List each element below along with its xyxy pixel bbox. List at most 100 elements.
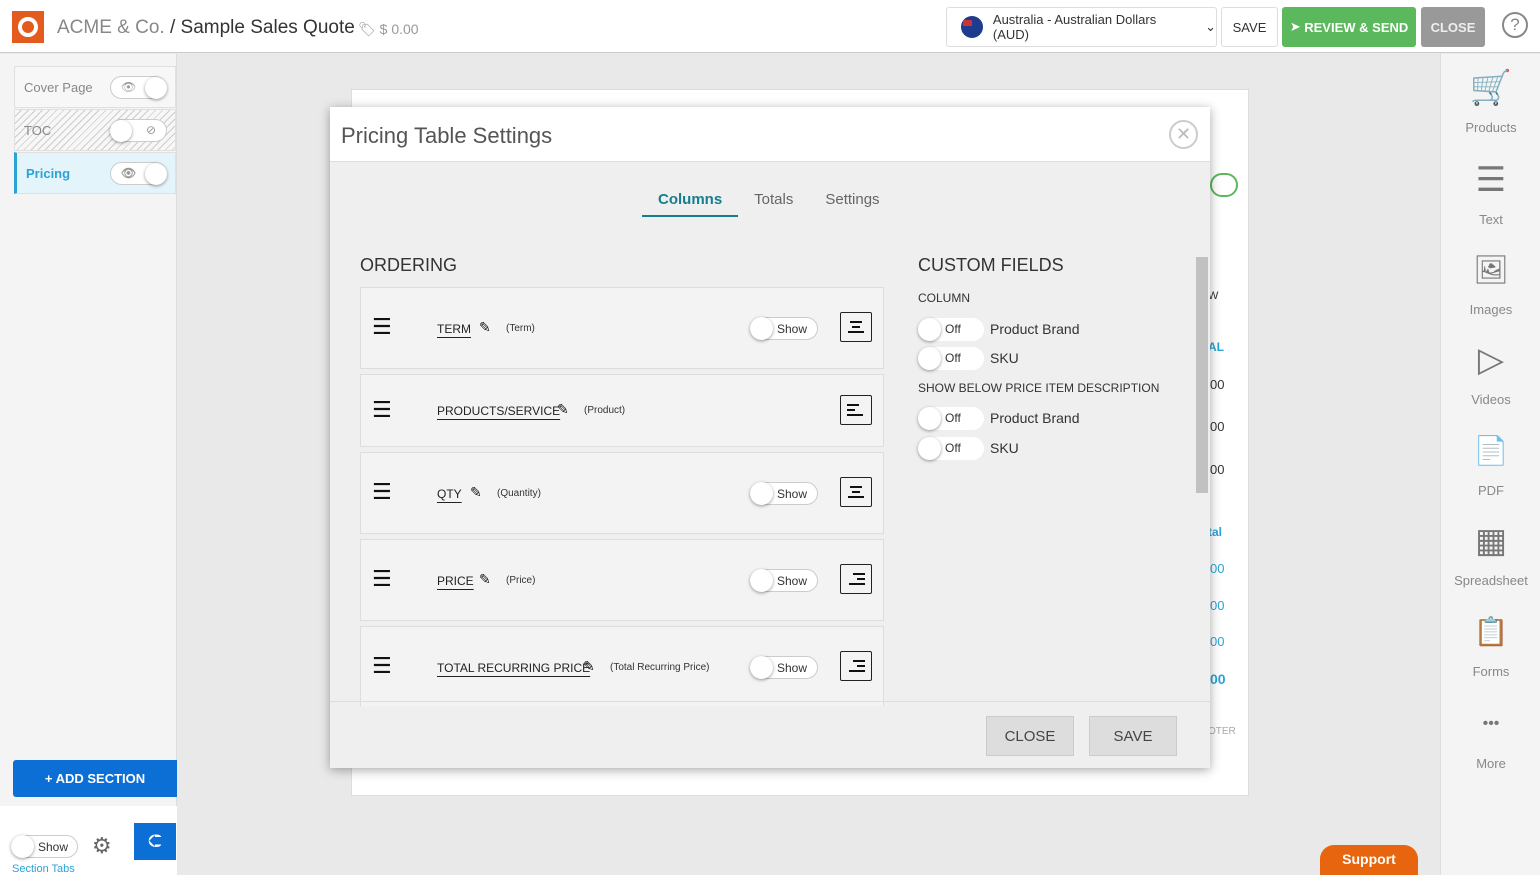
pencil-icon[interactable]: ✎ (583, 658, 595, 675)
column-row-term[interactable]: ☰ TERM ✎ (Term) Show (360, 287, 884, 369)
column-alias: (Term) (506, 323, 535, 334)
save-button[interactable]: SAVE (1221, 7, 1278, 47)
support-button[interactable]: Support (1320, 845, 1418, 875)
align-center-icon[interactable] (840, 312, 872, 342)
section-cover-page[interactable]: Cover Page 👁 (14, 66, 176, 108)
block-label: Text (1441, 212, 1540, 227)
drag-handle-icon[interactable]: ☰ (372, 479, 392, 505)
review-send-label: REVIEW & SEND (1304, 20, 1408, 35)
text-lines-icon: ☰ (1441, 160, 1540, 200)
block-label: Forms (1441, 664, 1540, 679)
column-row-qty[interactable]: ☰ QTY ✎ (Quantity) Show (360, 452, 884, 534)
visibility-toggle[interactable]: ⊘ (110, 119, 167, 142)
breadcrumb-separator: / (165, 17, 181, 38)
drag-handle-icon[interactable]: ☰ (372, 566, 392, 592)
section-toc[interactable]: TOC ⊘ (14, 109, 176, 151)
doc-text: AL (1208, 340, 1224, 354)
column-row-price[interactable]: ☰ PRICE ✎ (Price) Show (360, 539, 884, 621)
dialog-scrollbar[interactable] (1196, 257, 1208, 493)
section-label: Cover Page (24, 80, 93, 95)
tab-settings[interactable]: Settings (809, 191, 895, 217)
tab-totals[interactable]: Totals (738, 191, 809, 217)
block-images[interactable]: 🖼Images (1441, 250, 1540, 317)
block-text[interactable]: ☰ Text (1441, 160, 1540, 227)
drag-handle-icon[interactable]: ☰ (372, 397, 392, 423)
dialog-footer: CLOSE SAVE (330, 701, 1210, 768)
block-forms[interactable]: 📋Forms (1441, 612, 1540, 679)
currency-select[interactable]: Australia - Australian Dollars (AUD)⌄ (946, 7, 1217, 47)
dialog-save-button[interactable]: SAVE (1089, 716, 1177, 756)
top-bar: ACME & Co. / Sample Sales Quote 🏷︎ $ 0.0… (0, 0, 1540, 53)
doc-text: 00 (1210, 598, 1224, 613)
show-toggle[interactable]: Show (750, 569, 818, 592)
drag-handle-icon[interactable]: ☰ (372, 653, 392, 679)
toggle-label: Show (777, 487, 807, 501)
show-toggle[interactable]: Show (750, 317, 818, 340)
pencil-icon[interactable]: ✎ (479, 571, 491, 588)
review-send-button[interactable]: ➤ REVIEW & SEND (1282, 7, 1416, 47)
tab-columns[interactable]: Columns (642, 191, 738, 217)
toggle-label: Show (38, 840, 68, 854)
app-logo[interactable] (12, 11, 44, 43)
section-label: TOC (24, 123, 51, 138)
show-toggle[interactable]: Show (750, 482, 818, 505)
below-product-brand-toggle[interactable]: Off (918, 407, 984, 430)
align-left-icon[interactable] (840, 395, 872, 425)
block-videos[interactable]: ▷Videos (1441, 340, 1540, 407)
doc-text: OTER (1208, 726, 1236, 737)
column-name[interactable]: TOTAL RECURRING PRICE (437, 661, 590, 675)
toggle-label: Off (945, 411, 961, 425)
close-button[interactable]: CLOSE (1421, 7, 1485, 47)
arrow-left-circle-icon: ⮈ (148, 831, 162, 852)
pencil-icon[interactable]: ✎ (470, 484, 482, 501)
doc-text: tal (1208, 525, 1222, 539)
dialog-close-button[interactable]: CLOSE (986, 716, 1074, 756)
block-more[interactable]: •••More (1441, 704, 1540, 771)
eye-slash-icon: ⊘ (146, 123, 156, 137)
pencil-icon[interactable]: ✎ (557, 401, 569, 418)
block-products[interactable]: 🛒Products (1441, 68, 1540, 135)
section-label: Pricing (26, 166, 70, 181)
column-name[interactable]: TERM (437, 322, 471, 336)
block-pdf[interactable]: 📄PDF (1441, 431, 1540, 498)
doc-text: 00 (1210, 671, 1226, 687)
toggle-label: Off (945, 322, 961, 336)
company-name[interactable]: ACME & Co. (57, 17, 165, 38)
close-icon[interactable]: ✕ (1169, 120, 1198, 149)
show-toggle[interactable]: Show (750, 656, 818, 679)
column-name[interactable]: QTY (437, 487, 462, 501)
dialog-header: Pricing Table Settings ✕ (330, 107, 1210, 162)
visibility-toggle[interactable]: 👁 (110, 162, 167, 185)
tag-icon: 🏷︎ (358, 21, 376, 37)
help-icon[interactable]: ? (1502, 12, 1528, 38)
visibility-toggle[interactable]: 👁 (110, 76, 167, 99)
add-section-button[interactable]: + ADD SECTION (13, 760, 177, 797)
drag-handle-icon[interactable]: ☰ (372, 314, 392, 340)
column-sku-toggle[interactable]: Off (918, 347, 984, 370)
align-center-icon[interactable] (840, 477, 872, 507)
column-name[interactable]: PRODUCTS/SERVICE (437, 404, 560, 418)
column-product-brand-toggle[interactable]: Off (918, 318, 984, 341)
gears-icon[interactable]: ⚙ (92, 833, 112, 859)
quote-title[interactable]: Sample Sales Quote (181, 17, 355, 38)
column-name[interactable]: PRICE (437, 574, 474, 588)
align-right-icon[interactable] (840, 564, 872, 594)
below-description-label: SHOW BELOW PRICE ITEM DESCRIPTION (918, 381, 1159, 395)
currency-label: Australia - Australian Dollars (AUD) (993, 12, 1195, 42)
align-right-icon[interactable] (840, 651, 872, 681)
breadcrumb: ACME & Co. / Sample Sales Quote (57, 17, 355, 39)
grid-icon: ▦ (1441, 521, 1540, 561)
collapse-panel-button[interactable]: ⮈ (134, 823, 176, 860)
pencil-icon[interactable]: ✎ (479, 319, 491, 336)
block-spreadsheet[interactable]: ▦ Spreadsheet (1441, 521, 1540, 588)
below-sku-toggle[interactable]: Off (918, 437, 984, 460)
block-label: Products (1441, 120, 1540, 135)
column-row-total-recurring-price[interactable]: ☰ TOTAL RECURRING PRICE ✎ (Total Recurri… (360, 626, 884, 706)
column-row-products[interactable]: ☰ PRODUCTS/SERVICE ✎ (Product) (360, 374, 884, 447)
toggle-knob (918, 347, 941, 370)
section-pricing[interactable]: Pricing 👁 (14, 152, 176, 194)
section-tabs-toggle[interactable]: Show (11, 835, 78, 858)
doc-text: 00 (1210, 634, 1224, 649)
green-toggle[interactable] (1210, 173, 1238, 197)
block-label: Spreadsheet (1441, 573, 1540, 588)
